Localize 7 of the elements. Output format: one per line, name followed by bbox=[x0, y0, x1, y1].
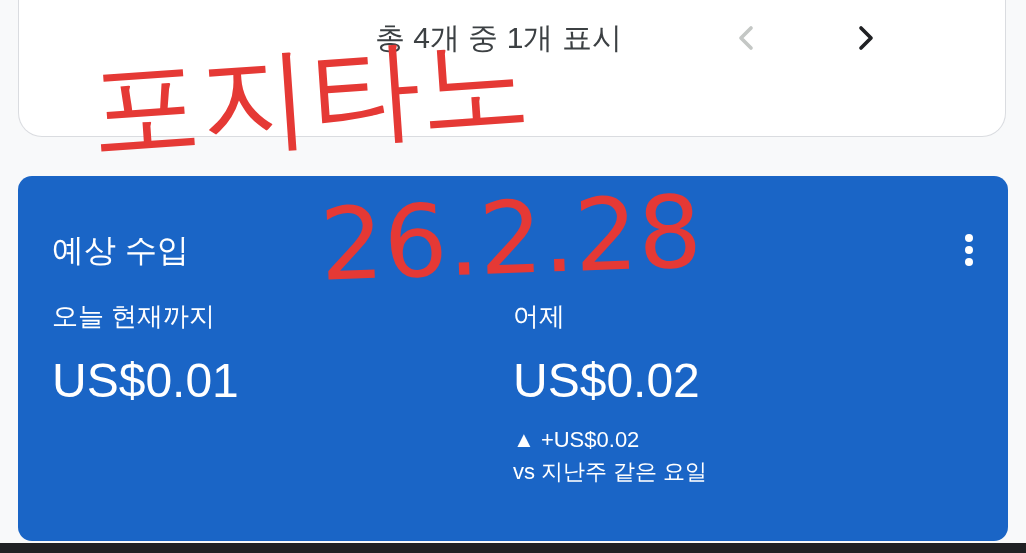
change-text: ▲ +US$0.02 bbox=[513, 426, 640, 454]
metric-value: US$0.01 bbox=[52, 353, 239, 409]
card-title: 예상 수입 bbox=[52, 231, 189, 270]
more-icon[interactable] bbox=[964, 233, 974, 267]
metric-value: US$0.02 bbox=[513, 353, 700, 409]
metric-label: 오늘 현재까지 bbox=[52, 300, 216, 333]
comparison-text: vs 지난주 같은 요일 bbox=[513, 458, 708, 486]
